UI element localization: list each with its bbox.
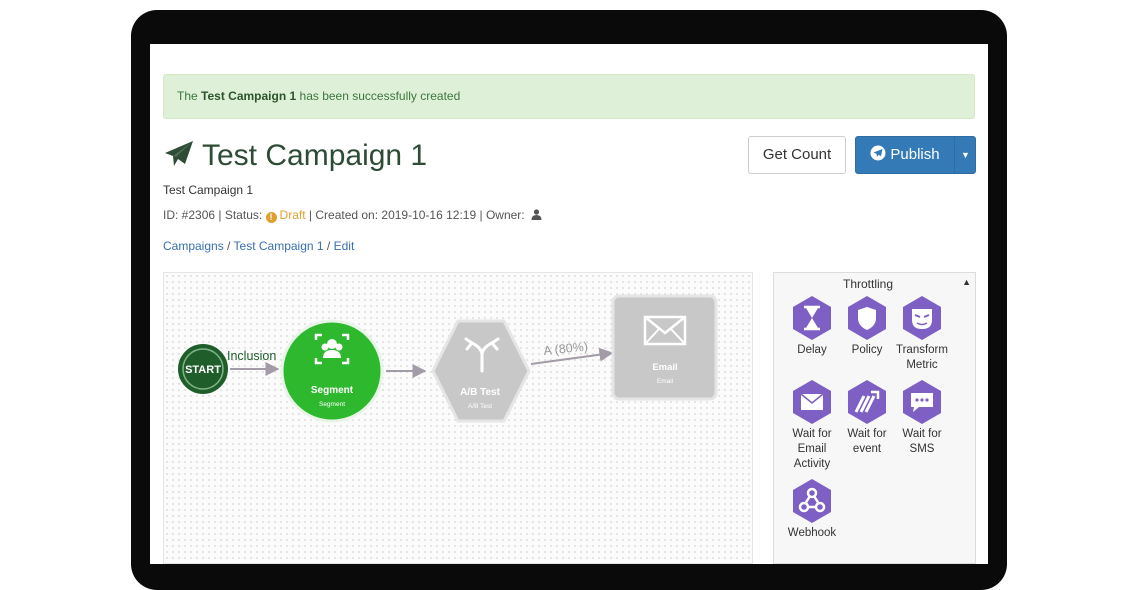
created-date: Created on: 2019-10-16 12:19 bbox=[315, 208, 477, 222]
palette-title: Throttling bbox=[842, 277, 894, 291]
tool-label: Delay bbox=[797, 344, 827, 356]
breadcrumb-separator: / bbox=[326, 239, 331, 253]
app-screen: The Test Campaign 1 has been successfull… bbox=[150, 44, 988, 564]
breadcrumb-edit[interactable]: Edit bbox=[334, 239, 355, 253]
hourglass-icon bbox=[793, 296, 831, 340]
paper-plane-icon bbox=[165, 141, 193, 166]
publish-label: Publish bbox=[890, 146, 940, 163]
user-icon bbox=[531, 209, 542, 220]
ab-test-node[interactable]: A/B Test A/B Test bbox=[431, 319, 531, 423]
envelope-icon bbox=[793, 380, 831, 424]
email-subtitle: Email bbox=[657, 378, 674, 385]
edge-a-label: A (80%) bbox=[543, 339, 589, 358]
breadcrumb: Campaigns / Test Campaign 1 / Edit bbox=[163, 239, 354, 253]
publish-button[interactable]: Publish bbox=[856, 137, 954, 173]
status-badge: Draft bbox=[279, 208, 306, 222]
tool-wait-email-activity[interactable]: Wait for Email Activity bbox=[782, 379, 842, 472]
tool-label: Wait for SMS bbox=[902, 428, 942, 455]
tool-label: Transform Metric bbox=[896, 344, 948, 371]
tool-delay[interactable]: Delay bbox=[782, 295, 842, 358]
alert-campaign-name: Test Campaign 1 bbox=[201, 89, 297, 103]
tool-wait-event[interactable]: Wait for event bbox=[837, 379, 897, 457]
mask-icon bbox=[903, 296, 941, 340]
ab-test-title: A/B Test bbox=[460, 387, 500, 398]
breadcrumb-campaign[interactable]: Test Campaign 1 bbox=[234, 239, 324, 253]
shield-icon bbox=[848, 296, 886, 340]
success-alert: The Test Campaign 1 has been successfull… bbox=[163, 74, 975, 119]
event-icon bbox=[848, 380, 886, 424]
email-node[interactable]: Email Email bbox=[611, 294, 718, 401]
segment-subtitle: Segment bbox=[319, 401, 345, 408]
warning-icon: ! bbox=[265, 212, 277, 223]
segment-title: Segment bbox=[311, 385, 354, 396]
tool-label: Webhook bbox=[787, 527, 837, 539]
tool-transform-metric[interactable]: Transform Metric bbox=[892, 295, 952, 373]
campaign-subtitle: Test Campaign 1 bbox=[163, 183, 254, 197]
webhook-icon bbox=[793, 479, 831, 523]
status-label: Status: bbox=[224, 208, 263, 222]
start-label: START bbox=[185, 364, 221, 376]
tool-label: Policy bbox=[851, 344, 883, 356]
segment-node[interactable]: Segment Segment bbox=[280, 319, 384, 423]
sms-icon bbox=[903, 380, 941, 424]
page-title: Test Campaign 1 bbox=[202, 139, 428, 172]
tool-label: Wait for Email Activity bbox=[792, 428, 832, 470]
edge-inclusion-label: Inclusion bbox=[227, 349, 276, 363]
publish-icon bbox=[870, 145, 886, 161]
breadcrumb-separator: / bbox=[227, 239, 231, 253]
campaign-id: ID: #2306 bbox=[163, 208, 216, 222]
start-node[interactable]: START bbox=[178, 344, 228, 394]
tool-webhook[interactable]: Webhook bbox=[782, 478, 842, 541]
get-count-button[interactable]: Get Count bbox=[748, 136, 846, 174]
owner-label: Owner: bbox=[485, 208, 525, 222]
campaign-meta: ID: #2306 | Status: ! Draft | Created on:… bbox=[163, 208, 542, 223]
flow-diagram: Inclusion A (80%) START Segment Segment … bbox=[178, 294, 718, 423]
alert-prefix: The bbox=[177, 89, 198, 103]
tool-wait-sms[interactable]: Wait for SMS bbox=[892, 379, 952, 457]
tool-policy[interactable]: Policy bbox=[837, 295, 897, 358]
collapse-caret-icon[interactable]: ▲ bbox=[962, 277, 971, 287]
flow-canvas[interactable]: Inclusion A (80%) START Segment Segment … bbox=[163, 272, 753, 564]
alert-suffix: has been successfully created bbox=[299, 89, 461, 103]
publish-dropdown-toggle[interactable]: ▼ bbox=[954, 137, 976, 173]
ab-test-subtitle: A/B Test bbox=[468, 403, 492, 410]
node-palette: Throttling ▲ Delay Policy Transform Metr… bbox=[773, 272, 976, 564]
breadcrumb-campaigns[interactable]: Campaigns bbox=[163, 239, 224, 253]
tool-label: Wait for event bbox=[847, 428, 887, 455]
email-title: Email bbox=[652, 362, 677, 373]
publish-button-group: Publish ▼ bbox=[855, 136, 976, 174]
